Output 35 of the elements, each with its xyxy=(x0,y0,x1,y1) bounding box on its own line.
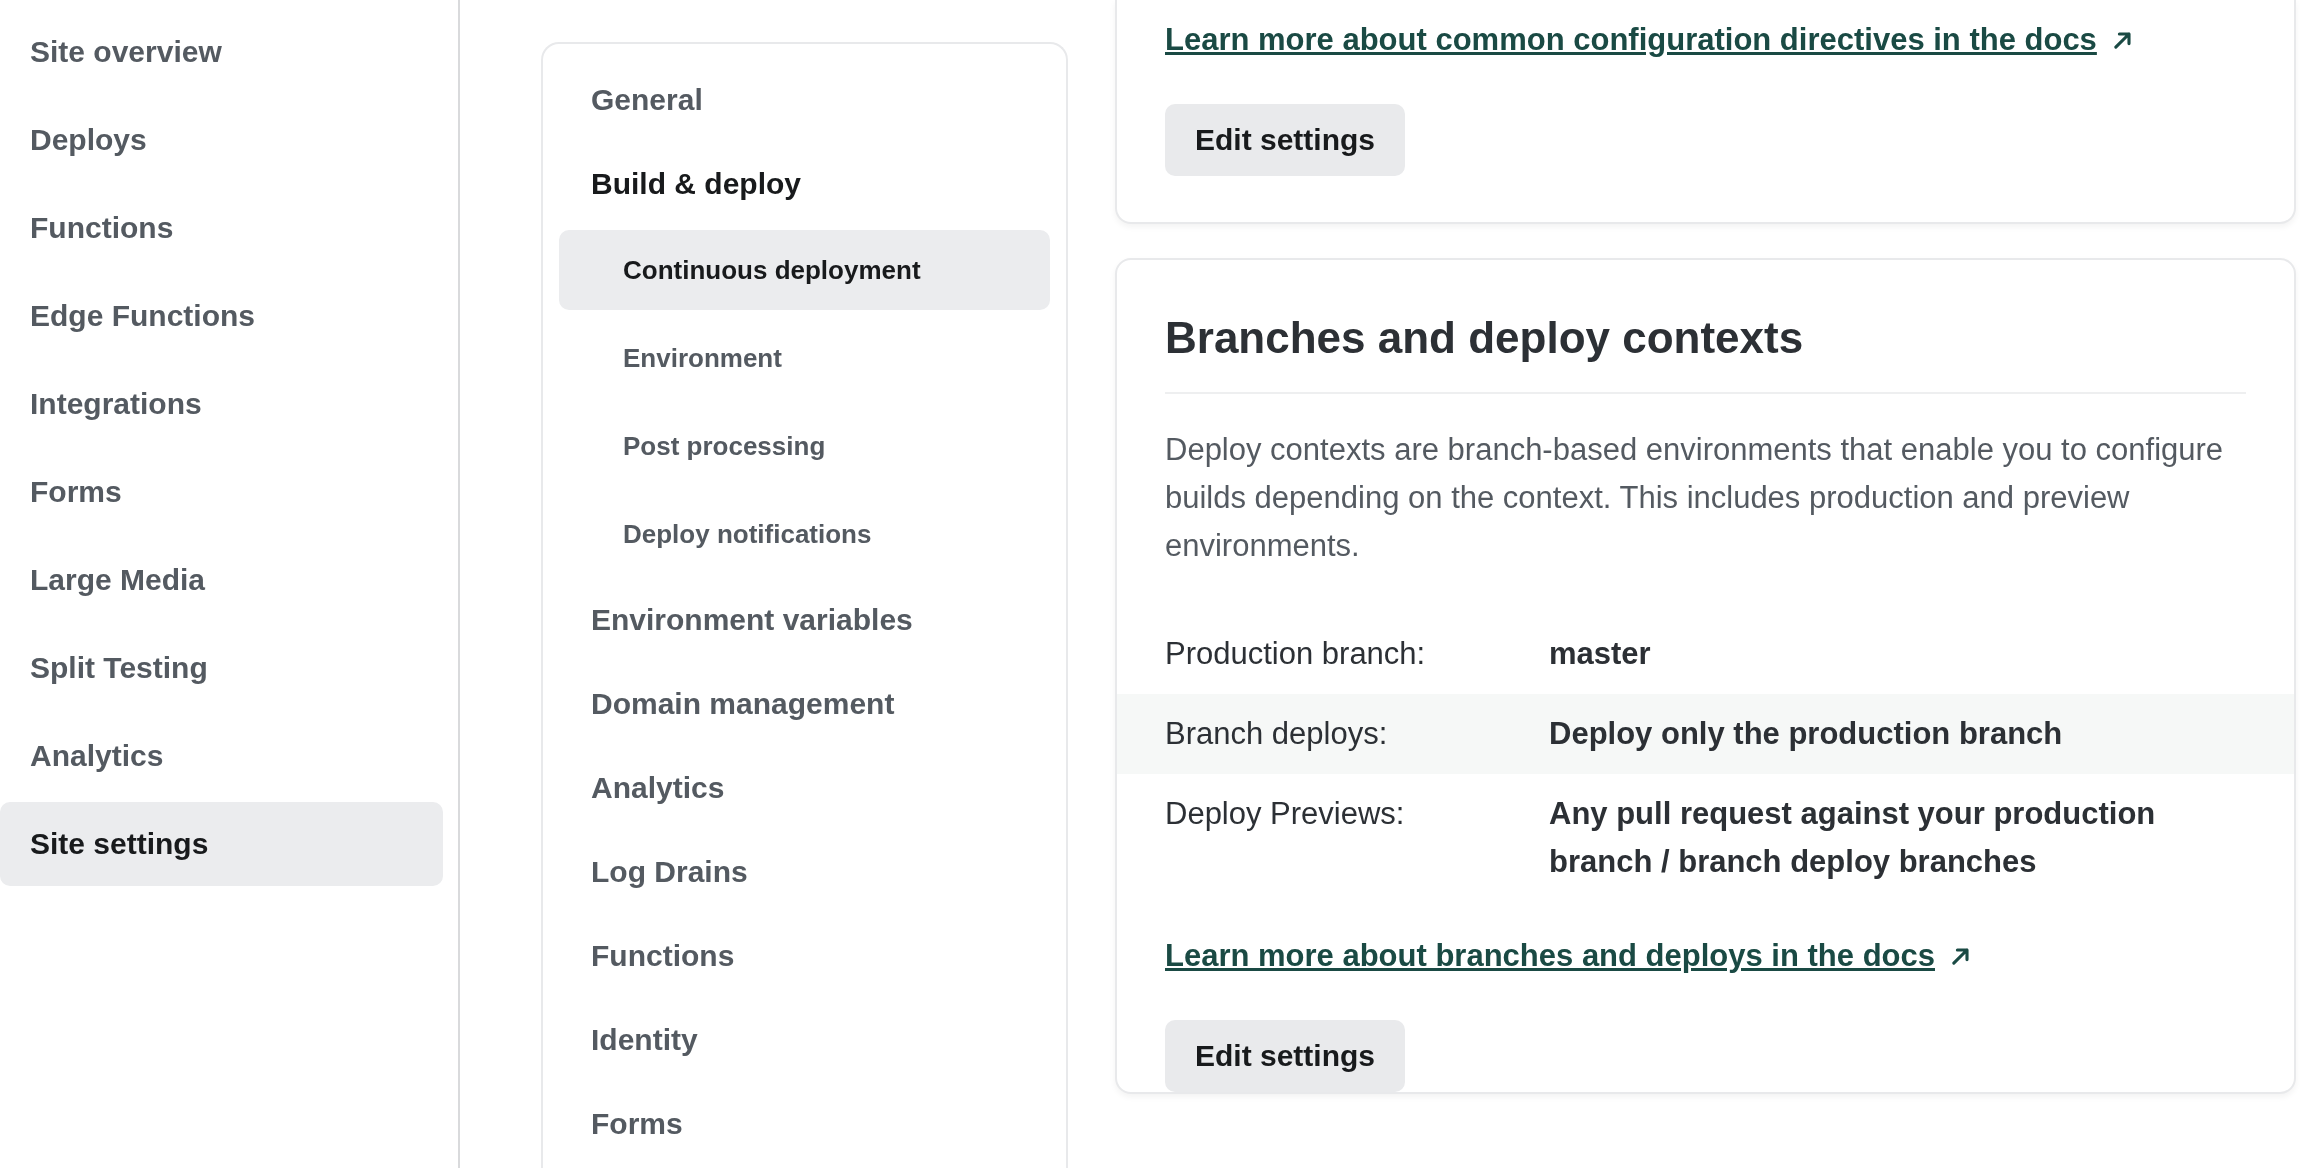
sidebar-item[interactable]: Analytics xyxy=(0,714,443,798)
sidebar-item[interactable]: Functions xyxy=(0,186,443,270)
sidebar-item[interactable]: Deploys xyxy=(0,98,443,182)
field-value: master xyxy=(1549,635,1652,673)
field-label: Branch deploys: xyxy=(1165,715,1389,753)
docs-link[interactable]: Learn more about common configuration directives in the docs xyxy=(1165,22,2097,58)
settings-nav-item[interactable]: Log Drains xyxy=(559,830,1050,914)
settings-nav-item[interactable]: Identity xyxy=(559,998,1050,1082)
card-description: Deploy contexts are branch-based environments that enable you to configure builds depending on the context. This includes production and preview environments. xyxy=(1165,431,2225,565)
sidebar-item[interactable]: Forms xyxy=(0,450,443,534)
sidebar-item[interactable]: Split Testing xyxy=(0,626,443,710)
settings-subnav-item[interactable]: Continuous deployment xyxy=(559,230,1050,310)
settings-nav-item[interactable]: Domain management xyxy=(559,662,1050,746)
settings-subnav-item[interactable]: Post processing xyxy=(559,406,1050,486)
settings-nav-item[interactable]: Analytics xyxy=(559,746,1050,830)
settings-subnav-item[interactable]: Deploy notifications xyxy=(559,494,1050,574)
settings-nav-item[interactable]: Build & deploy xyxy=(559,142,1050,226)
card-title: Branches and deploy contexts xyxy=(1165,312,1805,364)
edit-settings-button[interactable]: Edit settings xyxy=(1165,1020,1405,1092)
docs-link[interactable]: Learn more about branches and deploys in the docs xyxy=(1165,938,1935,974)
sidebar-item[interactable]: Site overview xyxy=(0,10,443,94)
field-label: Deploy Previews: xyxy=(1165,795,1406,833)
edit-settings-button[interactable]: Edit settings xyxy=(1165,104,1405,176)
sidebar-item[interactable]: Integrations xyxy=(0,362,443,446)
sidebar-item[interactable]: Large Media xyxy=(0,538,443,622)
field-label: Production branch: xyxy=(1165,635,1427,673)
settings-nav-item[interactable]: Forms xyxy=(559,1082,1050,1166)
settings-nav-item[interactable]: Functions xyxy=(559,914,1050,998)
field-value: Deploy only the production branch xyxy=(1549,715,2064,753)
sidebar-item[interactable]: Site settings xyxy=(0,802,443,886)
settings-subnav-item[interactable]: Environment xyxy=(559,318,1050,398)
sidebar-item[interactable]: Edge Functions xyxy=(0,274,443,358)
field-value: Any pull request against your production branch / branch deploy branches xyxy=(1549,795,2157,881)
settings-nav-item[interactable]: General xyxy=(559,58,1050,142)
settings-nav-item[interactable]: Environment variables xyxy=(559,578,1050,662)
